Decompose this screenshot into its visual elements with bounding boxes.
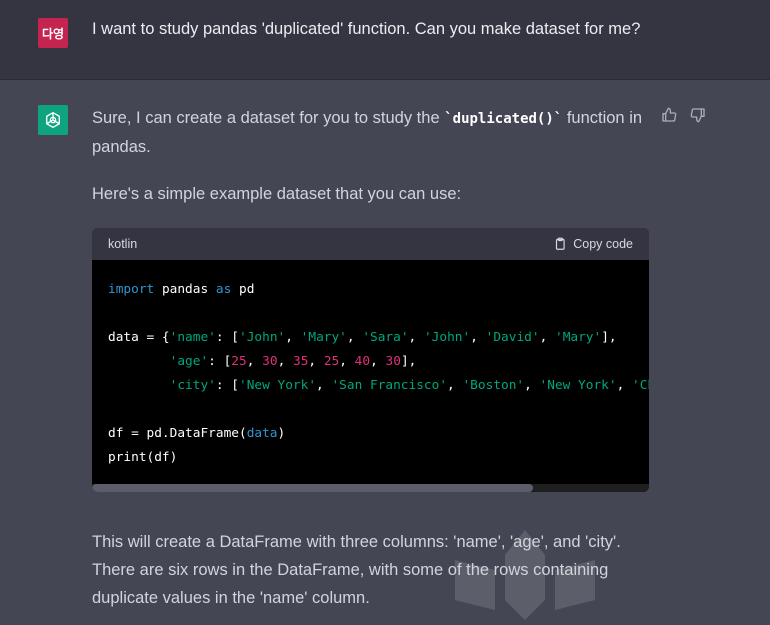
clipboard-icon bbox=[556, 237, 565, 250]
para1-text-c: pandas. bbox=[92, 138, 151, 156]
copy-code-label: Copy code bbox=[573, 237, 633, 251]
para1-text-a: Sure, I can create a dataset for you to … bbox=[92, 109, 445, 127]
user-avatar: 다영 bbox=[38, 18, 68, 48]
para1-text-b: function in bbox=[562, 109, 643, 127]
code-content: import pandas as pd data = {'name': ['Jo… bbox=[108, 282, 649, 465]
para3-line-2: There are six rows in the DataFrame, wit… bbox=[92, 561, 609, 579]
code-horizontal-scrollbar[interactable] bbox=[92, 484, 649, 492]
thumbs-down-icon[interactable] bbox=[690, 107, 706, 123]
openai-logo-icon bbox=[46, 112, 60, 128]
code-block-header: kotlin Copy code bbox=[92, 228, 649, 260]
para3-line-3: duplicate values in the 'name' column. bbox=[92, 589, 370, 607]
assistant-paragraph-2: Here's a simple example dataset that you… bbox=[92, 185, 462, 203]
inline-code-duplicated: `duplicated()` bbox=[444, 111, 563, 127]
code-language-label: kotlin bbox=[108, 237, 138, 251]
copy-code-button[interactable]: Copy code bbox=[553, 237, 633, 251]
assistant-paragraph-1: Sure, I can create a dataset for you to … bbox=[92, 104, 652, 161]
user-message-row: 다영 I want to study pandas 'duplicated' f… bbox=[0, 0, 770, 80]
assistant-paragraph-3: This will create a DataFrame with three … bbox=[92, 528, 621, 612]
para3-line-1: This will create a DataFrame with three … bbox=[92, 533, 621, 551]
scrollbar-thumb[interactable] bbox=[92, 484, 533, 492]
user-message-text: I want to study pandas 'duplicated' func… bbox=[92, 20, 641, 38]
thumbs-up-icon[interactable] bbox=[661, 107, 677, 123]
code-block: kotlin Copy code import pandas as pd dat… bbox=[92, 228, 649, 492]
assistant-avatar bbox=[38, 105, 68, 135]
assistant-message-row: AIPRM Sure, I can create a dataset for y… bbox=[0, 80, 770, 625]
